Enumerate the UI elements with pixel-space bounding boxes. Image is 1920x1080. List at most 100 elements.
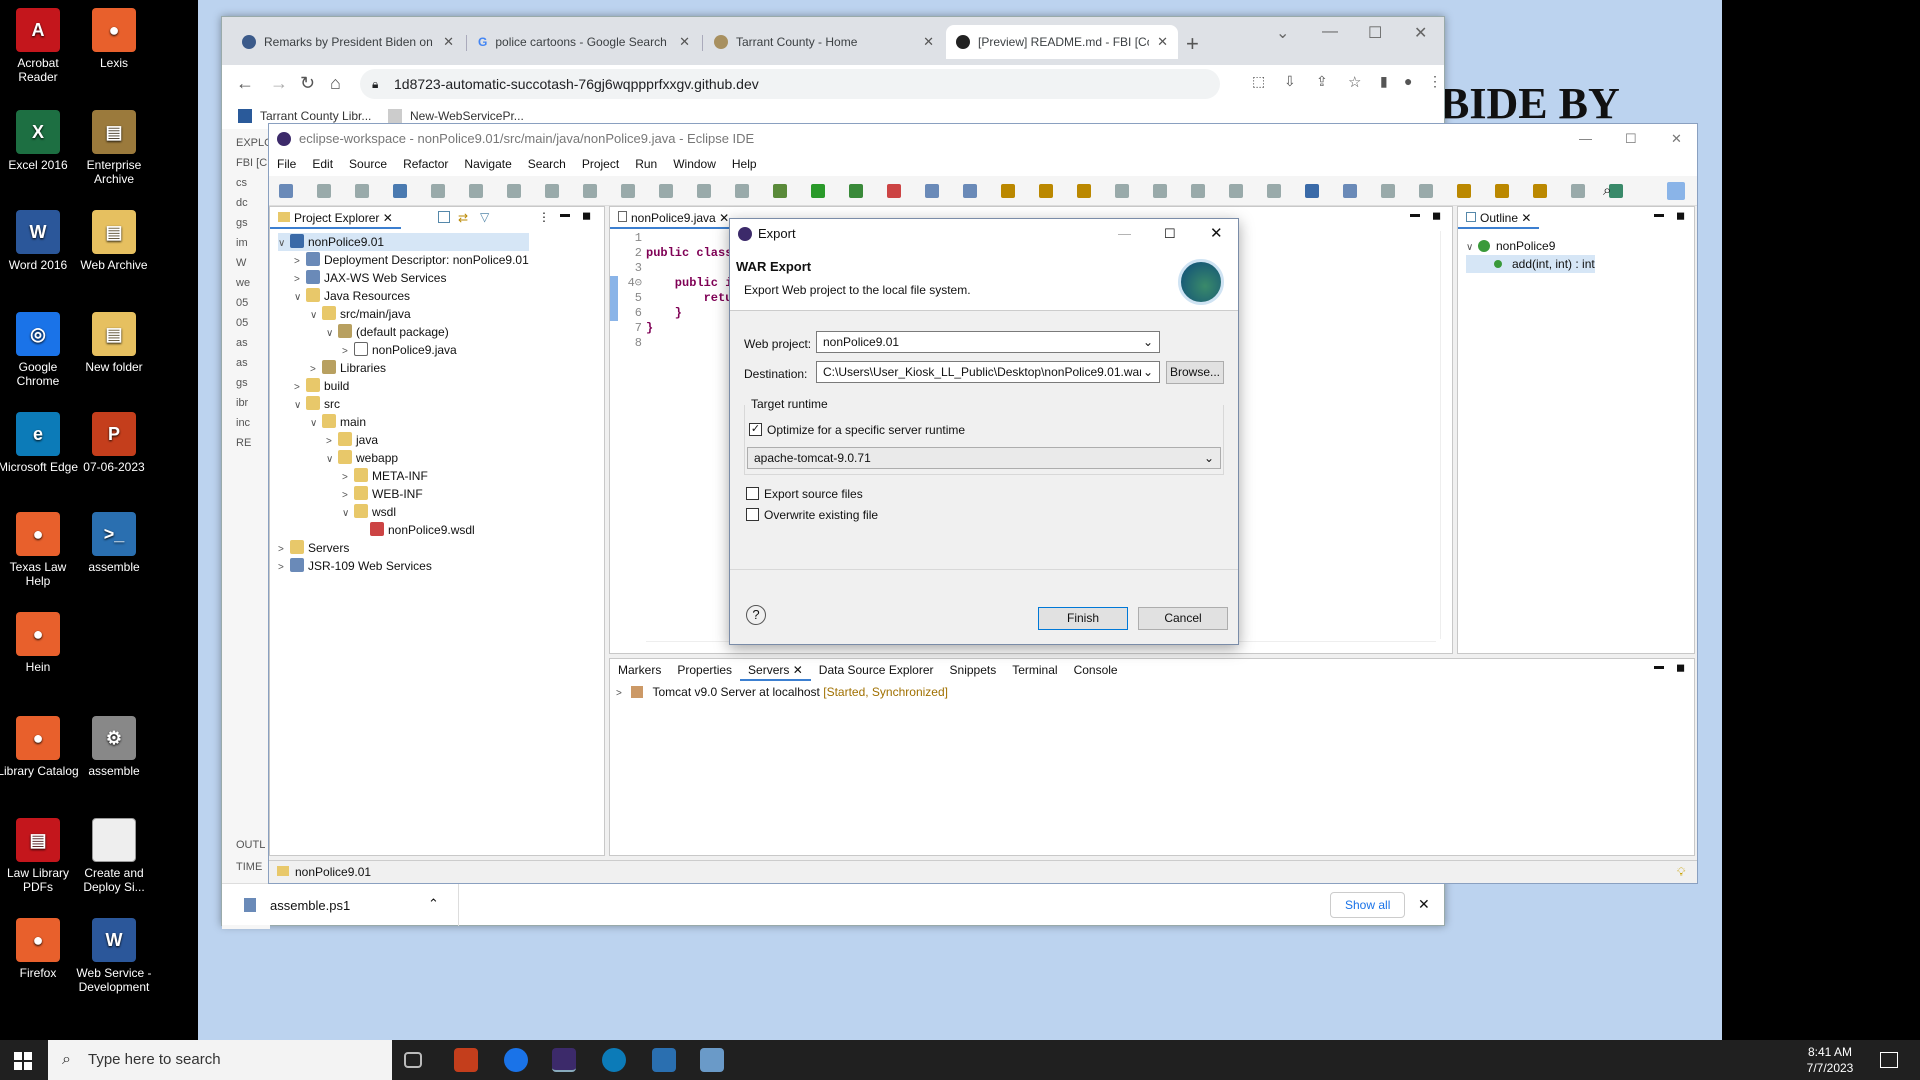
project-tree-item[interactable]: nonPolice9.wsdl — [278, 521, 529, 539]
toolbar-button-icon[interactable] — [1305, 184, 1319, 198]
chevron-down-icon[interactable]: ∨ — [342, 505, 354, 523]
toolbar-button-icon[interactable] — [1343, 184, 1357, 198]
desktop-icon[interactable]: e Microsoft Edge — [0, 412, 80, 474]
code-line[interactable] — [646, 231, 732, 246]
project-tree-item[interactable]: ∨ nonPolice9.01 — [278, 233, 529, 251]
help-icon[interactable]: ? — [746, 605, 766, 625]
explorer-item[interactable]: as — [236, 337, 248, 349]
reload-icon[interactable]: ↻ — [300, 73, 315, 94]
toolbar-button-icon[interactable] — [849, 184, 863, 198]
sidepanel-icon[interactable]: ▮ — [1380, 73, 1388, 90]
powerpoint-taskbar-icon[interactable] — [454, 1048, 478, 1072]
toolbar-button-icon[interactable] — [1267, 184, 1281, 198]
desktop-icon[interactable]: >_ assemble — [72, 512, 156, 574]
bookmark-webservice[interactable]: New-WebServicePr... — [410, 109, 524, 123]
desktop-icon[interactable]: ● Library Catalog — [0, 716, 80, 778]
explorer-item[interactable]: cs — [236, 177, 247, 189]
powershell-taskbar-icon[interactable] — [652, 1048, 676, 1072]
tab-tarrant-county[interactable]: Tarrant County - Home ✕ — [704, 25, 944, 59]
code-line[interactable] — [646, 336, 732, 351]
close-icon[interactable]: ✕ — [679, 34, 690, 50]
project-tree-item[interactable]: ∨ Java Resources — [278, 287, 529, 305]
project-tree-item[interactable]: > build — [278, 377, 529, 395]
toolbar-button-icon[interactable] — [279, 184, 293, 198]
tab-console[interactable]: Console — [1066, 659, 1126, 681]
tab-project-explorer[interactable]: Project Explorer ✕ — [270, 207, 401, 229]
toolbar-button-icon[interactable] — [317, 184, 331, 198]
toolbar-button-icon[interactable] — [1039, 184, 1053, 198]
chevron-down-icon[interactable]: ∨ — [310, 307, 322, 325]
project-tree-item[interactable]: ∨ (default package) — [278, 323, 529, 341]
forward-arrow-icon[interactable]: → — [270, 73, 288, 94]
toolbar-button-icon[interactable] — [1001, 184, 1015, 198]
minimize-view-icon[interactable]: ▬ — [1654, 661, 1664, 672]
toolbar-button-icon[interactable] — [1153, 184, 1167, 198]
toolbar-button-icon[interactable] — [507, 184, 521, 198]
chrome-taskbar-icon[interactable] — [504, 1048, 528, 1072]
export-source-checkbox[interactable] — [746, 487, 759, 500]
edge-taskbar-icon[interactable] — [602, 1048, 626, 1072]
project-tree-item[interactable]: ∨ webapp — [278, 449, 529, 467]
tab-data-source-explorer[interactable]: Data Source Explorer — [811, 659, 942, 681]
project-tree-item[interactable]: > META-INF — [278, 467, 529, 485]
code-area[interactable]: public class public i retu }} — [646, 231, 732, 351]
minimize-view-icon[interactable]: ▬ — [560, 209, 570, 220]
maximize-view-icon[interactable]: ◼ — [582, 209, 591, 222]
explorer-item[interactable]: W — [236, 257, 246, 269]
toolbar-button-icon[interactable] — [1457, 184, 1471, 198]
toolbar-button-icon[interactable] — [887, 184, 901, 198]
project-tree-item[interactable]: > Deployment Descriptor: nonPolice9.01 — [278, 251, 529, 269]
desktop-icon[interactable]: ▤ Web Archive — [72, 210, 156, 272]
task-view-icon[interactable] — [404, 1052, 422, 1068]
vertical-scrollbar[interactable] — [1440, 231, 1450, 639]
chevron-right-icon[interactable]: > — [616, 688, 628, 699]
toolbar-button-icon[interactable] — [1495, 184, 1509, 198]
toolbar-button-icon[interactable] — [659, 184, 673, 198]
toolbar-button-icon[interactable] — [1571, 184, 1585, 198]
filter-icon[interactable]: ▽ — [480, 210, 489, 224]
runtime-select[interactable]: apache-tomcat-9.0.71 ⌄ — [747, 447, 1221, 469]
project-tree-item[interactable]: > JAX-WS Web Services — [278, 269, 529, 287]
toolbar-button-icon[interactable] — [431, 184, 445, 198]
download-file-name[interactable]: assemble.ps1 — [270, 898, 350, 913]
code-line[interactable]: } — [646, 306, 732, 321]
tab-google-search[interactable]: G police cartoons - Google Search ✕ — [468, 25, 700, 59]
toolbar-button-icon[interactable] — [393, 184, 407, 198]
maximize-icon[interactable]: ☐ — [1368, 23, 1382, 43]
explorer-item[interactable]: ibr — [236, 397, 248, 409]
home-icon[interactable]: ⌂ — [330, 73, 341, 94]
explorer-item[interactable]: dc — [236, 197, 248, 209]
tab-biden-remarks[interactable]: Remarks by President Biden on th ✕ — [232, 25, 464, 59]
desktop-icon[interactable]: ▤ Law Library PDFs — [0, 818, 80, 894]
explorer-item[interactable]: OUTL — [236, 839, 265, 851]
new-tab-plus-icon[interactable]: + — [1186, 31, 1199, 57]
show-all-button[interactable]: Show all — [1330, 892, 1406, 918]
desktop-icon[interactable]: ● Texas Law Help — [0, 512, 80, 588]
project-tree-item[interactable]: > JSR-109 Web Services — [278, 557, 529, 575]
chevron-down-icon[interactable]: ∨ — [326, 325, 338, 343]
address-bar[interactable]: 🔒︎ 1d8723-automatic-succotash-76gj6wqppp… — [360, 69, 1220, 99]
share-icon[interactable]: ⇪ — [1316, 73, 1328, 90]
profile-avatar-icon[interactable]: ● — [1404, 73, 1412, 89]
toolbar-button-icon[interactable] — [1419, 184, 1433, 198]
project-tree-item[interactable]: > java — [278, 431, 529, 449]
menu-refactor[interactable]: Refactor — [395, 154, 456, 176]
explorer-item[interactable]: TIME — [236, 861, 262, 873]
desktop-icon[interactable]: P 07-06-2023 — [72, 412, 156, 474]
explorer-item[interactable]: inc — [236, 417, 250, 429]
minimize-view-icon[interactable]: ▬ — [1654, 209, 1664, 220]
install-icon[interactable]: ⬚ — [1252, 73, 1265, 90]
bookmark-tarrant-library[interactable]: Tarrant County Libr... — [260, 109, 371, 123]
tab-search-chevron-icon[interactable]: ⌄ — [1276, 23, 1289, 43]
code-line[interactable]: retu — [646, 291, 733, 306]
overwrite-checkbox[interactable] — [746, 508, 759, 521]
project-tree-item[interactable]: ∨ src — [278, 395, 529, 413]
maximize-view-icon[interactable]: ◼ — [1676, 661, 1685, 674]
code-line[interactable]: } — [646, 321, 732, 336]
tab-snippets[interactable]: Snippets — [942, 659, 1005, 681]
tab-properties[interactable]: Properties — [669, 659, 740, 681]
project-tree-item[interactable]: > WEB-INF — [278, 485, 529, 503]
toolbar-button-icon[interactable] — [1229, 184, 1243, 198]
desktop-icon[interactable]: W Word 2016 — [0, 210, 80, 272]
chevron-down-icon[interactable]: ∨ — [294, 397, 306, 415]
